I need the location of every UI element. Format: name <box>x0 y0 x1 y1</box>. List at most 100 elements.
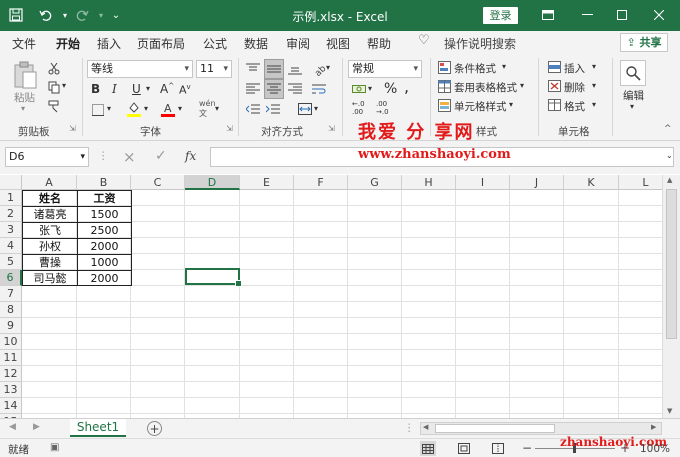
zoom-level[interactable]: 100% <box>640 443 670 455</box>
select-all-corner[interactable] <box>0 175 22 190</box>
tab-formulas[interactable]: 公式 <box>203 35 227 52</box>
page-break-view-icon[interactable] <box>490 441 506 456</box>
borders-icon[interactable] <box>90 102 106 118</box>
active-cell-d6[interactable] <box>185 268 242 287</box>
increase-indent-icon[interactable] <box>264 100 282 118</box>
row-header-13[interactable]: 13 <box>0 382 22 398</box>
customize-quick-access-icon[interactable]: ⌄ <box>106 5 126 25</box>
row-header-7[interactable]: 7 <box>0 286 22 302</box>
cell-styles-dropdown-icon[interactable]: ▾ <box>509 100 513 109</box>
zoom-out-icon[interactable]: − <box>522 441 532 455</box>
table-cell[interactable]: 1000 <box>78 255 131 271</box>
accounting-format-icon[interactable] <box>350 81 368 97</box>
editing-dropdown-icon[interactable]: ▾ <box>630 102 634 111</box>
bold-icon[interactable]: B <box>91 82 100 96</box>
underline-dropdown-icon[interactable]: ▾ <box>146 84 150 93</box>
italic-icon[interactable]: I <box>112 82 117 96</box>
borders-dropdown-icon[interactable]: ▾ <box>107 104 111 113</box>
tab-file[interactable]: 文件 <box>12 35 36 52</box>
column-header-g[interactable]: G <box>348 175 402 190</box>
row-header-14[interactable]: 14 <box>0 398 22 414</box>
paste-dropdown-icon[interactable]: ▾ <box>21 104 25 113</box>
insert-function-icon[interactable]: fx <box>185 149 196 163</box>
login-button[interactable]: 登录 <box>483 7 518 24</box>
delete-dropdown-icon[interactable]: ▾ <box>592 81 596 90</box>
row-header-2[interactable]: 2 <box>0 206 22 222</box>
row-header-5[interactable]: 5 <box>0 254 22 270</box>
delete-cells-icon[interactable] <box>547 79 561 93</box>
cell-b1[interactable]: 工资 <box>78 191 131 207</box>
find-search-icon[interactable] <box>620 60 646 86</box>
paste-icon[interactable] <box>10 60 40 90</box>
increase-decimal-icon[interactable]: ←.0.00 <box>352 100 365 116</box>
redo-icon[interactable] <box>72 5 92 25</box>
format-cells-icon[interactable] <box>547 98 561 112</box>
row-header-3[interactable]: 3 <box>0 222 22 238</box>
table-format-dropdown-icon[interactable]: ▾ <box>520 81 524 90</box>
column-header-a[interactable]: A <box>22 175 77 190</box>
column-header-k[interactable]: K <box>564 175 619 190</box>
row-header-11[interactable]: 11 <box>0 350 22 366</box>
cell-styles-icon[interactable] <box>437 98 451 112</box>
tab-help[interactable]: 帮助 <box>367 35 391 52</box>
font-launcher-icon[interactable]: ⇲ <box>226 124 233 133</box>
table-cell[interactable]: 诸葛亮 <box>23 207 77 223</box>
table-cell[interactable]: 孙权 <box>23 239 77 255</box>
insert-cells-icon[interactable] <box>547 60 561 74</box>
font-size-input[interactable]: 11 ▾ <box>196 60 232 78</box>
add-sheet-icon[interactable]: + <box>147 421 162 436</box>
fill-color-dropdown-icon[interactable]: ▾ <box>144 104 148 113</box>
align-bottom-icon[interactable] <box>286 60 304 78</box>
page-layout-view-icon[interactable] <box>456 441 472 456</box>
horizontal-scroll-thumb[interactable] <box>435 424 555 433</box>
column-header-h[interactable]: H <box>402 175 456 190</box>
vertical-scroll-thumb[interactable] <box>666 189 677 339</box>
tell-me-search[interactable]: 操作说明搜索 <box>444 35 516 52</box>
column-header-l[interactable]: L <box>619 175 662 190</box>
table-cell[interactable]: 2000 <box>78 239 131 255</box>
normal-view-icon[interactable] <box>420 441 436 456</box>
decrease-indent-icon[interactable] <box>244 100 262 118</box>
row-header-12[interactable]: 12 <box>0 366 22 382</box>
font-color-icon[interactable]: A <box>160 100 176 118</box>
scroll-left-icon[interactable]: ◀ <box>423 423 428 431</box>
number-format-select[interactable]: 常规 ▾ <box>348 60 422 78</box>
font-color-dropdown-icon[interactable]: ▾ <box>178 104 182 113</box>
save-icon[interactable] <box>6 5 26 25</box>
column-header-b[interactable]: B <box>77 175 131 190</box>
table-cell[interactable]: 司马懿 <box>23 271 77 287</box>
column-header-j[interactable]: J <box>510 175 564 190</box>
scroll-down-icon[interactable]: ▼ <box>667 407 672 415</box>
table-cell[interactable]: 2500 <box>78 223 131 239</box>
scroll-up-icon[interactable]: ▲ <box>667 176 672 184</box>
table-cell[interactable]: 1500 <box>78 207 131 223</box>
underline-icon[interactable]: U <box>132 82 141 96</box>
cell-styles-label[interactable]: 单元格样式 <box>454 99 507 114</box>
align-top-icon[interactable] <box>244 60 262 78</box>
sheet-tab-sheet1[interactable]: Sheet1 <box>70 419 126 437</box>
column-header-e[interactable]: E <box>240 175 294 190</box>
percent-style-icon[interactable]: % <box>384 81 397 97</box>
accounting-dropdown-icon[interactable]: ▾ <box>368 84 372 93</box>
tab-view[interactable]: 视图 <box>326 35 350 52</box>
maximize-icon[interactable] <box>607 3 637 27</box>
prev-sheet-icon[interactable]: ◀ <box>9 422 16 432</box>
expand-formula-bar-icon[interactable]: ⌄ <box>666 151 673 160</box>
clipboard-launcher-icon[interactable]: ⇲ <box>69 124 76 133</box>
minimize-icon[interactable] <box>572 3 602 27</box>
format-painter-icon[interactable] <box>46 98 62 114</box>
comma-style-icon[interactable]: , <box>404 77 409 96</box>
cancel-icon[interactable]: × <box>123 148 136 166</box>
close-icon[interactable] <box>644 3 674 27</box>
column-header-d[interactable]: D <box>185 175 240 190</box>
copy-icon[interactable] <box>46 79 62 95</box>
insert-dropdown-icon[interactable]: ▾ <box>592 62 596 71</box>
tab-page-layout[interactable]: 页面布局 <box>137 35 185 52</box>
fill-color-icon[interactable] <box>126 100 142 118</box>
font-name-input[interactable]: 等线 ▾ <box>87 60 193 78</box>
align-middle-icon[interactable] <box>264 59 284 79</box>
align-right-icon[interactable] <box>286 80 304 98</box>
tab-home[interactable]: 开始 <box>56 35 81 57</box>
cell-a1[interactable]: 姓名 <box>23 191 77 207</box>
tab-review[interactable]: 审阅 <box>286 35 310 52</box>
